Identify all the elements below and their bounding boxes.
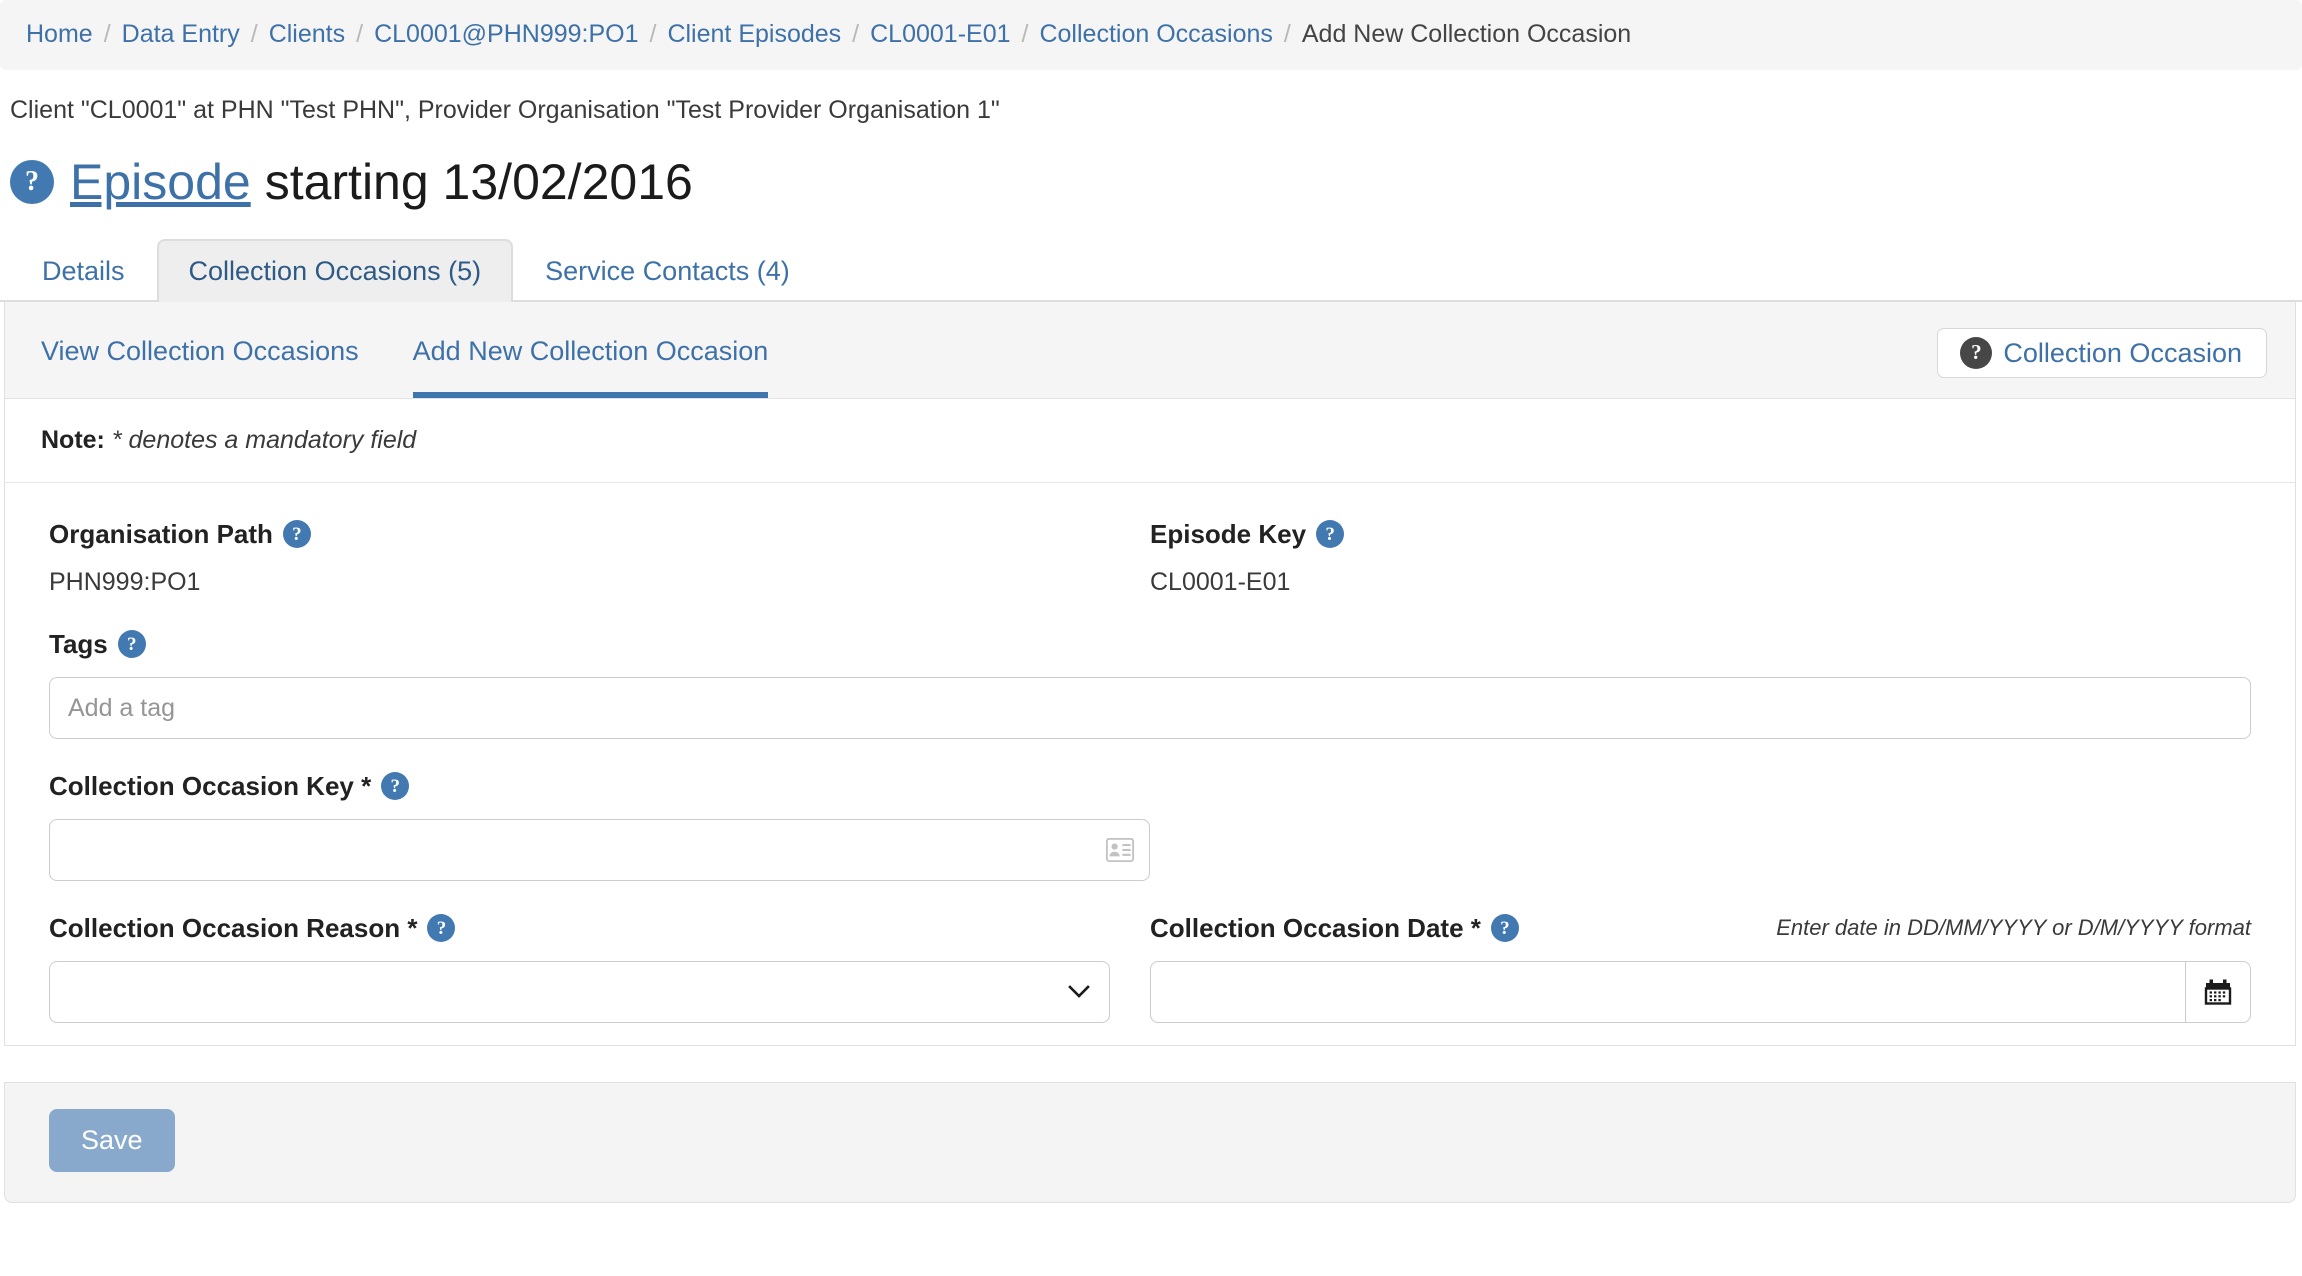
sub-tab-list: View Collection Occasions Add New Collec…: [41, 302, 822, 398]
form-footer: Save: [4, 1082, 2296, 1203]
tab-service-contacts-label: Service Contacts (4): [545, 256, 790, 286]
breadcrumb-item-client-episodes[interactable]: Client Episodes: [667, 19, 841, 49]
form-row-readonly: Organisation Path ? PHN999:PO1 Episode K…: [49, 519, 2251, 597]
collection-occasion-reason-label: Collection Occasion Reason *: [49, 913, 417, 943]
breadcrumb-item-episode-id[interactable]: CL0001-E01: [870, 19, 1010, 49]
collection-occasion-reason-select[interactable]: [49, 961, 1110, 1023]
spacer: [49, 881, 2251, 913]
tab-details-label: Details: [42, 256, 125, 286]
breadcrumb: Home / Data Entry / Clients / CL0001@PHN…: [0, 0, 2302, 70]
occasion-key-spacer-col: [1150, 771, 2251, 881]
breadcrumb-separator: /: [93, 19, 122, 49]
form-row-occasion-key: Collection Occasion Key * ?: [49, 771, 2251, 881]
mandatory-field-note: Note: * denotes a mandatory field: [5, 399, 2295, 483]
organisation-path-group: Organisation Path ? PHN999:PO1: [49, 519, 1150, 597]
sub-tab-bar: View Collection Occasions Add New Collec…: [5, 302, 2295, 399]
breadcrumb-separator: /: [639, 19, 668, 49]
tags-label: Tags: [49, 629, 108, 659]
episode-key-group: Episode Key ? CL0001-E01: [1150, 519, 2251, 597]
collection-occasions-panel: View Collection Occasions Add New Collec…: [4, 302, 2296, 1046]
tab-collection-occasions-label: Collection Occasions (5): [189, 256, 482, 286]
tags-input[interactable]: [49, 677, 2251, 739]
collection-occasion-date-label-wrap: Collection Occasion Date * ?: [1150, 913, 1519, 943]
episode-key-value: CL0001-E01: [1150, 567, 2251, 597]
collection-occasion-reason-label-row: Collection Occasion Reason * ?: [49, 913, 1110, 943]
collection-occasion-help-button[interactable]: ? Collection Occasion: [1937, 328, 2267, 378]
breadcrumb-item-client-id[interactable]: CL0001@PHN999:PO1: [374, 19, 638, 49]
episode-key-label-row: Episode Key ?: [1150, 519, 2251, 549]
note-label: Note:: [41, 426, 105, 454]
add-collection-occasion-form: Organisation Path ? PHN999:PO1 Episode K…: [5, 483, 2295, 1045]
tab-service-contacts[interactable]: Service Contacts (4): [513, 239, 822, 300]
breadcrumb-item-clients[interactable]: Clients: [269, 19, 345, 49]
subtab-add-new-collection-occasion-label: Add New Collection Occasion: [413, 336, 769, 366]
organisation-path-label-row: Organisation Path ?: [49, 519, 1150, 549]
collection-occasion-reason-group: Collection Occasion Reason * ?: [49, 913, 1150, 1023]
collection-occasion-date-group: Collection Occasion Date * ? Enter date …: [1150, 913, 2251, 1023]
collection-occasion-reason-select-wrap: [49, 961, 1110, 1023]
question-mark-icon[interactable]: ?: [427, 914, 455, 942]
collection-occasion-date-label-row: Collection Occasion Date * ? Enter date …: [1150, 913, 2251, 943]
calendar-icon: [2203, 977, 2233, 1007]
spacer: [49, 1023, 2251, 1045]
note-text: * denotes a mandatory field: [112, 426, 416, 454]
form-row-tags: Tags ?: [49, 629, 2251, 739]
breadcrumb-separator: /: [240, 19, 269, 49]
breadcrumb-item-data-entry[interactable]: Data Entry: [122, 19, 240, 49]
breadcrumb-item-collection-occasions[interactable]: Collection Occasions: [1039, 19, 1272, 49]
form-row-reason-date: Collection Occasion Reason * ? Col: [49, 913, 2251, 1023]
question-mark-icon[interactable]: ?: [381, 772, 409, 800]
calendar-picker-button[interactable]: [2185, 961, 2251, 1023]
page-title: ? Episode starting 13/02/2016: [0, 125, 2302, 212]
tab-details[interactable]: Details: [10, 239, 157, 300]
collection-occasion-key-input[interactable]: [49, 819, 1150, 881]
episode-key-label: Episode Key: [1150, 519, 1306, 549]
question-mark-icon[interactable]: ?: [118, 630, 146, 658]
breadcrumb-separator: /: [1273, 19, 1302, 49]
collection-occasion-key-label: Collection Occasion Key *: [49, 771, 371, 801]
question-mark-icon[interactable]: ?: [10, 160, 54, 204]
organisation-path-label: Organisation Path: [49, 519, 273, 549]
save-button[interactable]: Save: [49, 1109, 175, 1172]
breadcrumb-separator: /: [345, 19, 374, 49]
question-mark-icon[interactable]: ?: [1491, 914, 1519, 942]
spacer: [49, 739, 2251, 771]
collection-occasion-date-input[interactable]: [1150, 961, 2185, 1023]
collection-occasion-key-label-row: Collection Occasion Key * ?: [49, 771, 1150, 801]
collection-occasion-help-label: Collection Occasion: [2003, 338, 2242, 368]
breadcrumb-item-home[interactable]: Home: [26, 19, 93, 49]
question-mark-icon[interactable]: ?: [283, 520, 311, 548]
question-mark-icon: ?: [1960, 337, 1992, 369]
tab-collection-occasions[interactable]: Collection Occasions (5): [157, 239, 514, 302]
client-context-line: Client "CL0001" at PHN "Test PHN", Provi…: [0, 70, 2302, 125]
collection-occasion-date-input-group: [1150, 961, 2251, 1023]
breadcrumb-separator: /: [841, 19, 870, 49]
collection-occasion-key-group: Collection Occasion Key * ?: [49, 771, 1150, 881]
question-mark-icon[interactable]: ?: [1316, 520, 1344, 548]
page-title-suffix: starting 13/02/2016: [265, 152, 693, 212]
subtab-view-collection-occasions[interactable]: View Collection Occasions: [41, 302, 359, 367]
episode-link[interactable]: Episode: [70, 152, 251, 212]
collection-occasion-key-input-wrap: [49, 819, 1150, 881]
tags-label-row: Tags ?: [49, 629, 2251, 659]
collection-occasion-reason-label-wrap: Collection Occasion Reason * ?: [49, 913, 455, 943]
collection-occasion-date-label: Collection Occasion Date *: [1150, 913, 1481, 943]
breadcrumb-separator: /: [1011, 19, 1040, 49]
collection-occasion-date-hint: Enter date in DD/MM/YYYY or D/M/YYYY for…: [1776, 915, 2251, 941]
spacer: [49, 597, 2251, 629]
breadcrumb-item-current: Add New Collection Occasion: [1302, 19, 1631, 49]
organisation-path-value: PHN999:PO1: [49, 567, 1150, 597]
subtab-add-new-collection-occasion[interactable]: Add New Collection Occasion: [413, 302, 769, 367]
subtab-view-collection-occasions-label: View Collection Occasions: [41, 336, 359, 366]
tags-group: Tags ?: [49, 629, 2251, 739]
main-tab-bar: Details Collection Occasions (5) Service…: [0, 238, 2302, 302]
